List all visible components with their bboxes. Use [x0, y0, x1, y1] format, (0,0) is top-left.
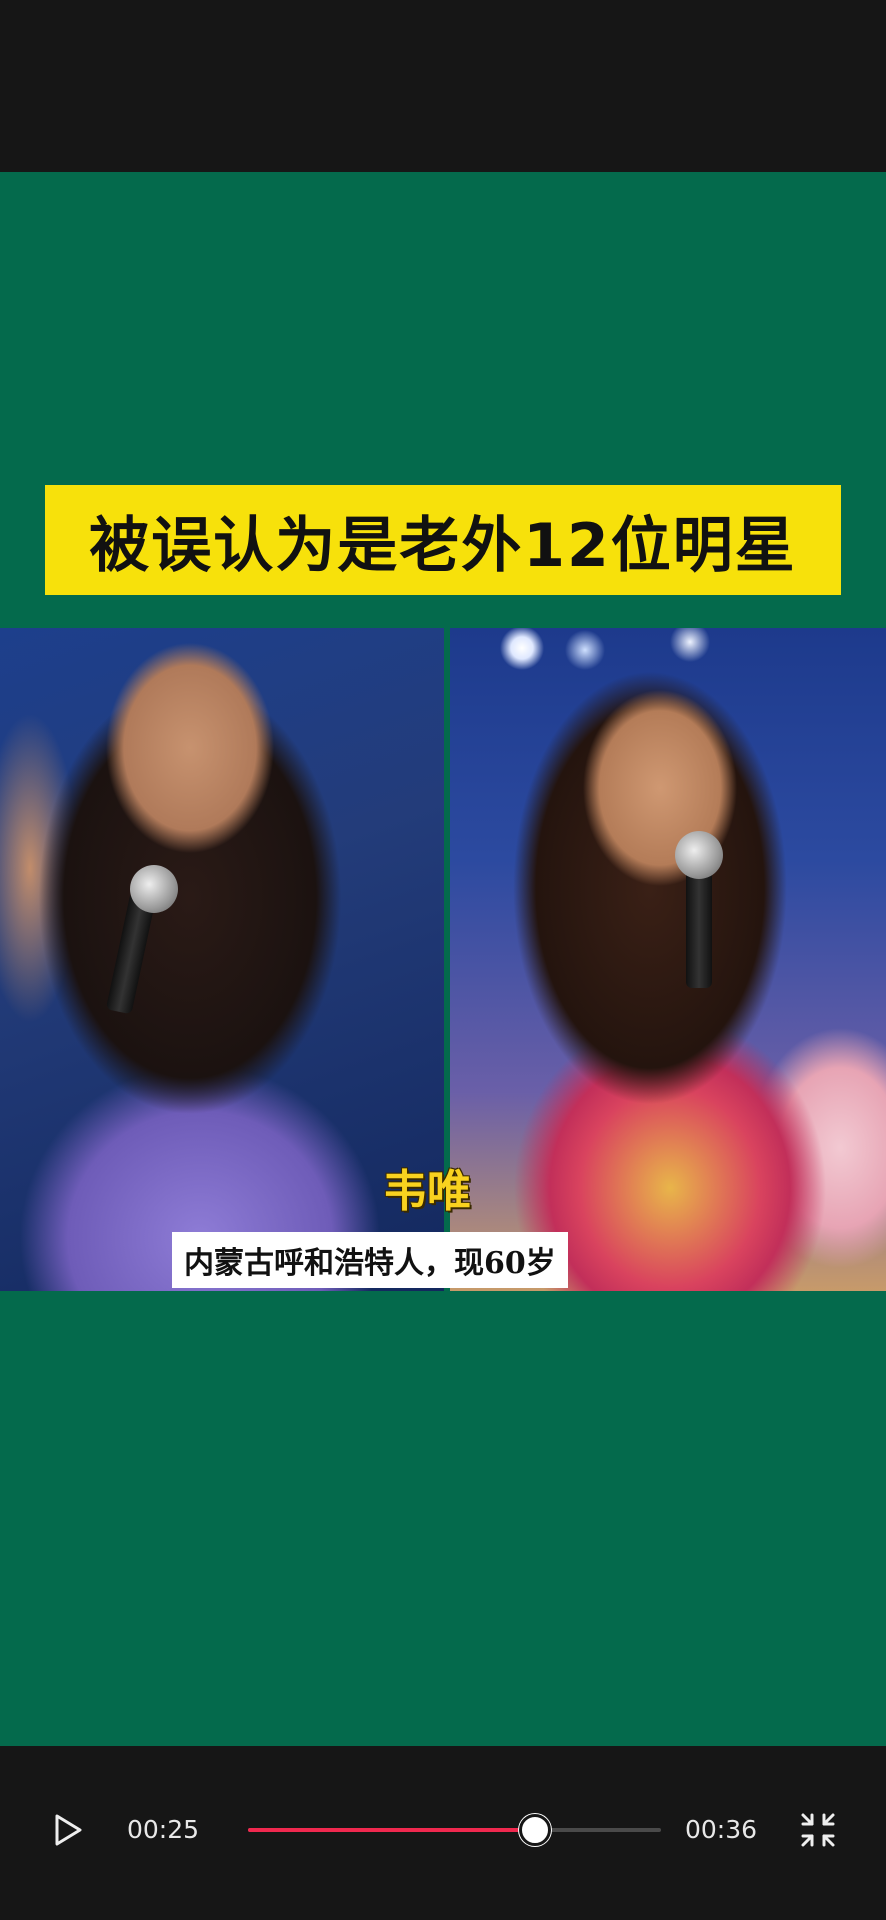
microphone-right — [686, 868, 712, 988]
exit-fullscreen-button[interactable] — [796, 1808, 840, 1852]
progress-fill — [248, 1828, 535, 1832]
video-player-screen: 被误认为是老外12位明星 韦唯 内蒙古呼和浩特人，现60岁 00:25 00:3… — [0, 0, 886, 1920]
singer-photo-right — [450, 628, 886, 1291]
microphone-head-left — [130, 865, 178, 913]
play-button[interactable] — [46, 1808, 90, 1852]
exit-fullscreen-icon — [801, 1813, 835, 1847]
current-time: 00:25 — [127, 1815, 200, 1844]
singer-photo-left — [0, 628, 444, 1291]
caption-description: 内蒙古呼和浩特人，现60岁 — [172, 1232, 568, 1288]
progress-knob[interactable] — [518, 1814, 551, 1846]
play-icon — [55, 1814, 82, 1846]
top-black-bar — [0, 0, 886, 172]
caption-name: 韦唯 — [383, 1166, 471, 1217]
progress-bar[interactable] — [248, 1814, 661, 1846]
title-banner: 被误认为是老外12位明星 — [45, 485, 841, 595]
microphone-head-right — [675, 831, 723, 879]
video-title: 被误认为是老外12位明星 — [89, 510, 797, 581]
video-frame[interactable]: 被误认为是老外12位明星 — [0, 172, 886, 1746]
total-time: 00:36 — [685, 1815, 758, 1844]
